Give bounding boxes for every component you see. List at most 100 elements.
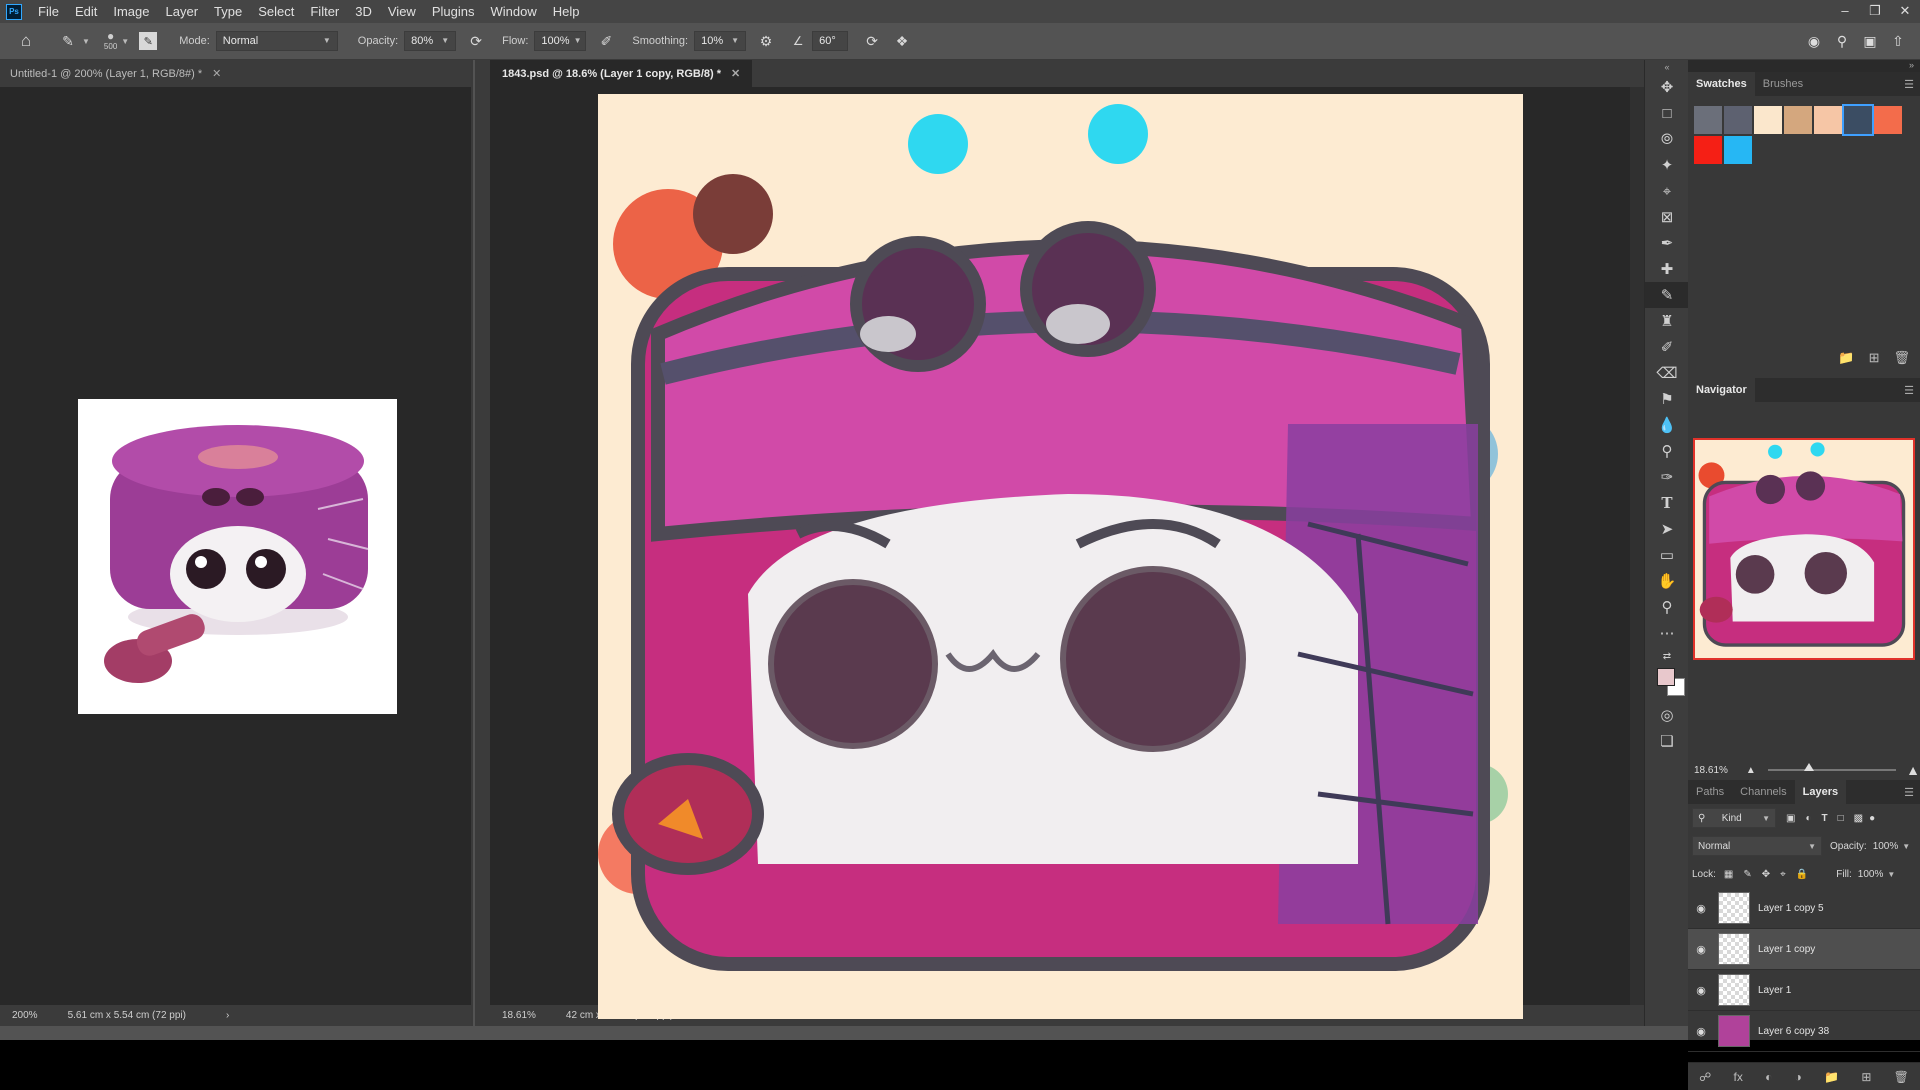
- add-mask-icon[interactable]: ◐: [1765, 1070, 1772, 1084]
- panel-menu-icon[interactable]: ☰: [1904, 78, 1914, 91]
- folder-icon[interactable]: 📁: [1824, 1070, 1839, 1084]
- rectangle-tool-icon[interactable]: ▭: [1645, 542, 1689, 568]
- brush-size-picker[interactable]: ● 500: [104, 30, 117, 51]
- lasso-tool-icon[interactable]: ⦾: [1645, 126, 1689, 152]
- more-tools-icon[interactable]: ⋯: [1645, 620, 1689, 646]
- blur-tool-icon[interactable]: 💧: [1645, 412, 1689, 438]
- new-swatch-icon[interactable]: ⊞: [1869, 350, 1880, 366]
- zoom-level[interactable]: 200%: [12, 1010, 38, 1021]
- screen-mode-icon[interactable]: ❏: [1645, 728, 1689, 754]
- quick-mask-icon[interactable]: ◎: [1645, 702, 1689, 728]
- brush-tool-preset-icon[interactable]: ✎: [58, 31, 78, 51]
- tab-swatches[interactable]: Swatches: [1688, 72, 1755, 96]
- menu-view[interactable]: View: [380, 0, 424, 23]
- layer-opacity-value[interactable]: 100%: [1873, 841, 1899, 852]
- type-tool-icon[interactable]: T: [1645, 490, 1689, 516]
- menu-select[interactable]: Select: [250, 0, 302, 23]
- fx-icon[interactable]: fx: [1734, 1070, 1743, 1084]
- eye-icon[interactable]: ◉: [1688, 943, 1714, 956]
- reference-canvas[interactable]: [78, 399, 397, 714]
- navigator-zoom-value[interactable]: 18.61%: [1694, 765, 1728, 776]
- foreground-color-swatch[interactable]: [1657, 668, 1675, 686]
- eyedropper-tool-icon[interactable]: ✒: [1645, 230, 1689, 256]
- menu-layer[interactable]: Layer: [158, 0, 207, 23]
- adjustment-layer-icon[interactable]: ◑: [1795, 1070, 1802, 1084]
- color-swatch[interactable]: [1874, 106, 1902, 134]
- trash-icon[interactable]: 🗑: [1894, 1070, 1909, 1084]
- marquee-tool-icon[interactable]: □: [1645, 100, 1689, 126]
- filter-toggle-icon[interactable]: ●: [1869, 813, 1875, 824]
- panel-menu-icon[interactable]: ☰: [1904, 786, 1914, 799]
- dodge-tool-icon[interactable]: ⚲: [1645, 438, 1689, 464]
- navigator-preview[interactable]: [1693, 438, 1915, 660]
- filter-pixel-icon[interactable]: ▣: [1786, 813, 1795, 824]
- tab-brushes[interactable]: Brushes: [1755, 72, 1811, 96]
- tab-layers[interactable]: Layers: [1794, 780, 1847, 804]
- eye-icon[interactable]: ◉: [1688, 1025, 1714, 1038]
- color-swatch[interactable]: [1694, 136, 1722, 164]
- menu-help[interactable]: Help: [545, 0, 588, 23]
- menu-edit[interactable]: Edit: [67, 0, 105, 23]
- hand-tool-icon[interactable]: ✋: [1645, 568, 1689, 594]
- search-icon[interactable]: ⚲: [1828, 33, 1856, 50]
- chevron-down-icon[interactable]: ▼: [1887, 870, 1895, 879]
- folder-icon[interactable]: 📁: [1838, 350, 1854, 366]
- pressure-size-icon[interactable]: ⟳: [862, 31, 882, 51]
- main-canvas[interactable]: [598, 94, 1523, 1019]
- color-swatch[interactable]: [1724, 106, 1752, 134]
- menu-image[interactable]: Image: [105, 0, 157, 23]
- menu-type[interactable]: Type: [206, 0, 250, 23]
- pen-tool-icon[interactable]: ✑: [1645, 464, 1689, 490]
- tab-untitled-1[interactable]: Untitled-1 @ 200% (Layer 1, RGB/8#) * ✕: [10, 67, 221, 81]
- chevron-down-icon[interactable]: ▼: [121, 37, 129, 46]
- lock-pixels-icon[interactable]: ✎: [1743, 869, 1751, 880]
- paint-bucket-tool-icon[interactable]: ⚑: [1645, 386, 1689, 412]
- minimize-button[interactable]: –: [1830, 0, 1860, 23]
- stamp-tool-icon[interactable]: ♜: [1645, 308, 1689, 334]
- color-swatch[interactable]: [1842, 104, 1874, 136]
- workspace-icon[interactable]: ▣: [1856, 33, 1884, 50]
- filter-smart-object-icon[interactable]: ▩: [1854, 813, 1863, 824]
- close-icon[interactable]: ✕: [731, 67, 740, 80]
- layer-row[interactable]: ◉ Layer 6 copy 38: [1688, 1011, 1920, 1052]
- brush-settings-icon[interactable]: ✎: [139, 32, 158, 50]
- chevron-down-icon[interactable]: ▼: [1902, 842, 1910, 851]
- tab-paths[interactable]: Paths: [1688, 780, 1732, 804]
- share-icon[interactable]: ⇧: [1884, 33, 1912, 50]
- trash-icon[interactable]: 🗑: [1893, 350, 1910, 366]
- move-tool-icon[interactable]: ✥: [1645, 74, 1689, 100]
- zoom-out-icon[interactable]: ▲: [1746, 765, 1756, 776]
- color-swatch[interactable]: [1814, 106, 1842, 134]
- filter-type-icon[interactable]: T: [1822, 813, 1828, 824]
- flow-field[interactable]: 100% ▼: [534, 31, 587, 51]
- cloud-docs-icon[interactable]: ◉: [1800, 33, 1828, 50]
- frame-tool-icon[interactable]: ⊠: [1645, 204, 1689, 230]
- chevron-down-icon[interactable]: ▼: [82, 37, 90, 46]
- tab-navigator[interactable]: Navigator: [1688, 378, 1755, 402]
- zoom-tool-icon[interactable]: ⚲: [1645, 594, 1689, 620]
- tab-1843-psd[interactable]: 1843.psd @ 18.6% (Layer 1 copy, RGB/8) *…: [490, 60, 753, 87]
- angle-field[interactable]: 60°: [812, 31, 849, 51]
- menu-3d[interactable]: 3D: [347, 0, 380, 23]
- eye-icon[interactable]: ◉: [1688, 902, 1714, 915]
- lock-transparent-icon[interactable]: ▦: [1724, 869, 1733, 880]
- tab-channels[interactable]: Channels: [1732, 780, 1794, 804]
- home-icon[interactable]: ⌂: [16, 31, 36, 51]
- collapse-panels-icon[interactable]: »: [1688, 60, 1920, 72]
- chevron-right-icon[interactable]: ›: [226, 1010, 229, 1021]
- path-selection-tool-icon[interactable]: ➤: [1645, 516, 1689, 542]
- pressure-opacity-icon[interactable]: ⟳: [466, 31, 486, 51]
- eraser-tool-icon[interactable]: ⌫: [1645, 360, 1689, 386]
- smoothing-field[interactable]: 10% ▼: [694, 31, 747, 51]
- blend-mode-select[interactable]: Normal ▼: [1692, 836, 1822, 856]
- opacity-field[interactable]: 80% ▼: [404, 31, 457, 51]
- eye-icon[interactable]: ◉: [1688, 984, 1714, 997]
- collapse-toolbox-icon[interactable]: «: [1645, 60, 1689, 74]
- mode-select[interactable]: Normal ▼: [215, 31, 338, 51]
- magic-wand-tool-icon[interactable]: ✦: [1645, 152, 1689, 178]
- restore-button[interactable]: ❐: [1860, 0, 1890, 23]
- history-brush-tool-icon[interactable]: ✐: [1645, 334, 1689, 360]
- filter-shape-icon[interactable]: □: [1838, 813, 1844, 824]
- color-swatch[interactable]: [1724, 136, 1752, 164]
- close-window-button[interactable]: ✕: [1890, 0, 1920, 23]
